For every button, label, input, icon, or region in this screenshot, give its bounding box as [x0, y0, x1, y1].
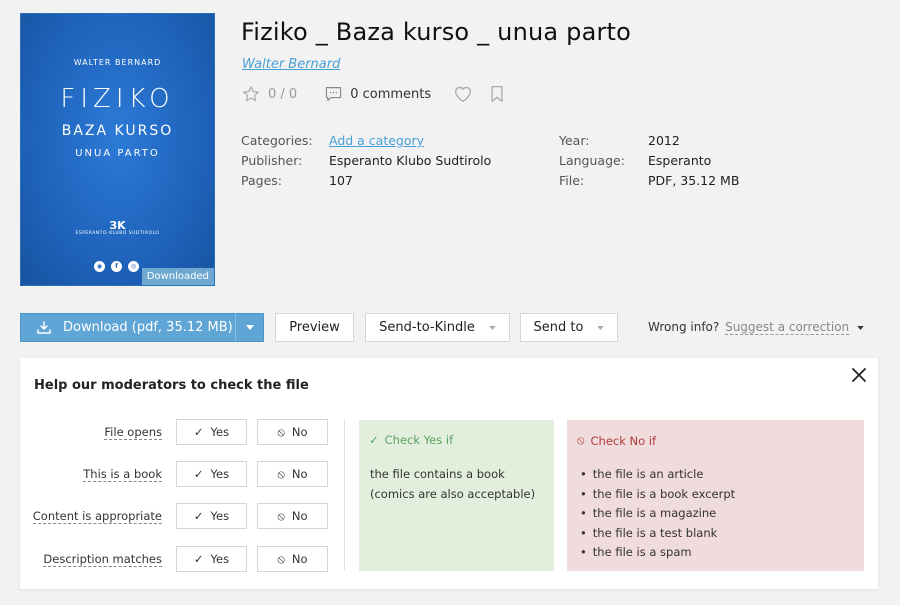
- no-button[interactable]: ⦸ No: [257, 503, 328, 529]
- year-label: Year:: [559, 133, 590, 148]
- yes-button[interactable]: ✓ Yes: [176, 461, 247, 487]
- check-icon: ✓: [193, 425, 204, 439]
- forbidden-icon: ⦸: [277, 551, 285, 566]
- no-button[interactable]: ⦸ No: [257, 461, 328, 487]
- check-row-file-opens: File opens ✓ Yes ⦸ No: [20, 419, 328, 445]
- check-no-list: the file is an article the file is a boo…: [580, 465, 735, 563]
- download-icon: [37, 321, 51, 334]
- language-label: Language:: [559, 153, 625, 168]
- moderation-title: Help our moderators to check the file: [34, 378, 309, 393]
- book-stats: 0 / 0 0 comments: [242, 84, 505, 104]
- forbidden-icon: ⦸: [577, 433, 585, 447]
- caret-down-icon: [597, 325, 605, 330]
- check-label: Content is appropriate: [32, 509, 162, 524]
- publisher-row: Publisher: Esperanto Klubo Sudtirolo: [241, 151, 491, 171]
- cover-social-icons: ◉ f ◎: [94, 261, 139, 272]
- file-row: File: PDF, 35.12 MB: [559, 171, 739, 191]
- file-value: PDF, 35.12 MB: [648, 173, 740, 188]
- file-label: File:: [559, 173, 585, 188]
- categories-label: Categories:: [241, 133, 313, 148]
- forbidden-icon: ⦸: [277, 466, 285, 481]
- book-title: Fiziko _ Baza kurso _ unua parto: [241, 18, 632, 46]
- cover-title-line3: UNUA PARTO: [75, 148, 160, 159]
- send-to-label: Send to: [533, 320, 584, 335]
- check-icon: ✓: [369, 433, 379, 447]
- divider: [344, 420, 345, 570]
- publisher-label: Publisher:: [241, 153, 303, 168]
- no-button[interactable]: ⦸ No: [257, 419, 328, 445]
- send-to-button[interactable]: Send to: [520, 313, 618, 342]
- check-row-content-appropriate: Content is appropriate ✓ Yes ⦸ No: [20, 503, 328, 529]
- check-yes-text: the file contains a book (comics are als…: [370, 467, 536, 501]
- check-label: File opens: [104, 425, 162, 440]
- caret-down-icon: [245, 325, 254, 330]
- check-label: Description matches: [43, 552, 162, 567]
- wrong-info: Wrong info? Suggest a correction: [648, 320, 864, 335]
- comment-icon: [326, 87, 342, 101]
- list-item: the file is a book excerpt: [580, 485, 735, 505]
- check-no-box: ⦸ Check No if the file is an article the…: [567, 420, 864, 571]
- language-value: Esperanto: [648, 153, 712, 168]
- download-button[interactable]: Download (pdf, 35.12 MB): [20, 313, 236, 342]
- rating-value: 0 / 0: [268, 86, 298, 102]
- details-left: Categories: Add a category Publisher: Es…: [241, 131, 491, 191]
- yes-button[interactable]: ✓ Yes: [176, 503, 247, 529]
- rating[interactable]: 0 / 0: [242, 85, 297, 103]
- yes-button[interactable]: ✓ Yes: [176, 546, 247, 572]
- no-button[interactable]: ⦸ No: [257, 546, 328, 572]
- moderation-panel: Help our moderators to check the file Fi…: [20, 358, 878, 589]
- pages-value: 107: [329, 173, 353, 188]
- downloaded-badge: Downloaded: [141, 268, 214, 285]
- caret-down-icon: [489, 325, 496, 330]
- download-label: Download (pdf, 35.12 MB): [63, 320, 233, 335]
- publisher-value: Esperanto Klubo Sudtirolo: [329, 153, 492, 168]
- year-value: 2012: [648, 133, 680, 148]
- cover-author: WALTER BERNARD: [73, 58, 162, 67]
- add-category-link[interactable]: Add a category: [329, 131, 424, 151]
- social-icon: ◉: [94, 261, 105, 272]
- forbidden-icon: ⦸: [277, 424, 285, 439]
- close-icon[interactable]: [850, 366, 868, 384]
- wrong-info-label: Wrong info?: [648, 320, 720, 334]
- caret-down-icon[interactable]: [857, 325, 864, 330]
- list-item: the file is a magazine: [580, 504, 735, 524]
- send-to-kindle-label: Send-to-Kindle: [379, 320, 475, 335]
- list-item: the file is a spam: [580, 543, 735, 563]
- details-right: Year: 2012 Language: Esperanto File: PDF…: [559, 131, 739, 191]
- star-icon: [243, 86, 259, 102]
- book-cover[interactable]: WALTER BERNARD FIZIKO BAZA KURSO UNUA PA…: [20, 13, 215, 286]
- list-item: the file is a test blank: [580, 524, 735, 544]
- forbidden-icon: ⦸: [277, 508, 285, 523]
- cover-title-line1: FIZIKO: [60, 84, 175, 114]
- check-yes-heading: ✓ Check Yes if: [369, 433, 454, 447]
- check-label: This is a book: [83, 467, 162, 482]
- check-row-is-book: This is a book ✓ Yes ⦸ No: [20, 461, 328, 487]
- check-icon: ✓: [193, 509, 204, 523]
- heart-icon[interactable]: [453, 85, 473, 103]
- cover-title-line2: BAZA KURSO: [61, 123, 174, 139]
- check-no-heading: ⦸ Check No if: [577, 433, 657, 448]
- comments-count: 0 comments: [350, 86, 432, 102]
- year-row: Year: 2012: [559, 131, 739, 151]
- language-row: Language: Esperanto: [559, 151, 739, 171]
- send-to-kindle-button[interactable]: Send-to-Kindle: [365, 313, 510, 342]
- preview-button[interactable]: Preview: [275, 313, 354, 342]
- download-options-button[interactable]: [235, 313, 264, 342]
- pages-row: Pages: 107: [241, 171, 491, 191]
- bookmark-icon[interactable]: [489, 85, 505, 103]
- social-icon: ◎: [128, 261, 139, 272]
- author-link[interactable]: Walter Bernard: [242, 57, 340, 72]
- list-item: the file is an article: [580, 465, 735, 485]
- suggest-correction-link[interactable]: Suggest a correction: [725, 320, 850, 335]
- check-row-description-matches: Description matches ✓ Yes ⦸ No: [20, 546, 328, 572]
- check-yes-box: ✓ Check Yes if the file contains a book …: [359, 420, 554, 571]
- social-icon: f: [111, 261, 122, 272]
- comments[interactable]: 0 comments: [325, 86, 431, 102]
- check-icon: ✓: [193, 467, 204, 481]
- yes-button[interactable]: ✓ Yes: [176, 419, 247, 445]
- check-icon: ✓: [193, 552, 204, 566]
- categories-row: Categories: Add a category: [241, 131, 491, 151]
- cover-publisher-name: ESPERANTO-KLUBO SUDTIROLO: [75, 231, 160, 236]
- pages-label: Pages:: [241, 173, 282, 188]
